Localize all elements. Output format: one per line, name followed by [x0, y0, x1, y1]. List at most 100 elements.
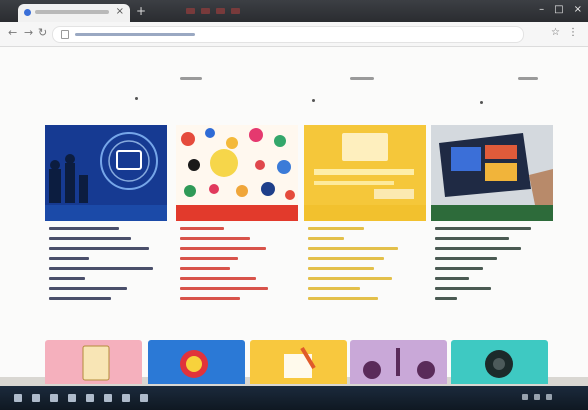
- maximize-button[interactable]: □: [554, 4, 563, 15]
- card-link-list: [435, 227, 551, 307]
- card-link-list: [308, 227, 424, 307]
- category-card[interactable]: [176, 125, 298, 325]
- taskbar-app-icon[interactable]: [140, 394, 148, 402]
- taskbar-app-icon[interactable]: [68, 394, 76, 402]
- card-link[interactable]: [308, 277, 392, 280]
- notebook-icon: [82, 345, 110, 381]
- yellow-illustration: [304, 125, 426, 205]
- card-link[interactable]: [308, 267, 374, 270]
- close-window-button[interactable]: ×: [574, 4, 582, 15]
- battery-icon[interactable]: [546, 394, 552, 400]
- card-link[interactable]: [49, 237, 131, 240]
- tab-title: [35, 10, 109, 14]
- strip-card[interactable]: [350, 340, 447, 384]
- tab-thumbnail-icon[interactable]: [216, 8, 225, 14]
- system-tray: [522, 394, 552, 400]
- card-link[interactable]: [435, 277, 469, 280]
- card-link[interactable]: [180, 247, 266, 250]
- card-link[interactable]: [180, 297, 240, 300]
- tech-illustration: [45, 125, 167, 205]
- tabstrip-extra-icons: [186, 8, 240, 14]
- card-link[interactable]: [49, 277, 85, 280]
- tab-thumbnail-icon[interactable]: [186, 8, 195, 14]
- close-tab-icon[interactable]: ×: [116, 5, 124, 19]
- card-link[interactable]: [435, 297, 457, 300]
- card-link[interactable]: [308, 257, 384, 260]
- menu-icon[interactable]: ⋮: [568, 27, 578, 38]
- strip-card[interactable]: [45, 340, 142, 384]
- card-link[interactable]: [308, 237, 344, 240]
- card-link[interactable]: [180, 287, 268, 290]
- card-link[interactable]: [49, 297, 111, 300]
- toolbar-actions: ☆ ⋮: [551, 27, 578, 38]
- card-image: [176, 125, 298, 205]
- card-link[interactable]: [180, 227, 224, 230]
- new-tab-button[interactable]: +: [136, 5, 146, 17]
- card-heading[interactable]: [431, 205, 553, 221]
- card-heading[interactable]: [304, 205, 426, 221]
- card-link[interactable]: [49, 287, 127, 290]
- strip-card[interactable]: [148, 340, 245, 384]
- tab-thumbnail-icon[interactable]: [231, 8, 240, 14]
- card-link[interactable]: [180, 257, 238, 260]
- card-link[interactable]: [435, 287, 491, 290]
- strip-card[interactable]: [451, 340, 548, 384]
- card-link[interactable]: [180, 277, 256, 280]
- nav-item[interactable]: [180, 77, 202, 80]
- minimize-button[interactable]: –: [539, 4, 544, 15]
- browser-tab-bar: × + – □ ×: [0, 0, 588, 22]
- card-link[interactable]: [308, 227, 364, 230]
- category-card[interactable]: [431, 125, 553, 325]
- card-link[interactable]: [180, 267, 230, 270]
- taskbar-app-icon[interactable]: [32, 394, 40, 402]
- card-link[interactable]: [435, 237, 509, 240]
- volume-icon[interactable]: [534, 394, 540, 400]
- strip-card[interactable]: [250, 340, 347, 384]
- emblem-icon: [180, 350, 208, 378]
- favicon-icon: [24, 9, 31, 16]
- url-text: [75, 33, 195, 36]
- card-link[interactable]: [49, 247, 149, 250]
- card-image: [431, 125, 553, 205]
- card-link[interactable]: [435, 227, 531, 230]
- network-icon[interactable]: [522, 394, 528, 400]
- card-link[interactable]: [435, 257, 497, 260]
- back-icon[interactable]: ←: [8, 27, 17, 39]
- nav-item[interactable]: [350, 77, 374, 80]
- colorful-dots-illustration: [176, 125, 298, 205]
- taskbar-app-icon[interactable]: [50, 394, 58, 402]
- category-card[interactable]: [304, 125, 426, 325]
- nav-dot: [135, 97, 138, 100]
- taskbar-app-icon[interactable]: [86, 394, 94, 402]
- pencil-paper-icon: [284, 346, 316, 378]
- taskbar-app-icon[interactable]: [122, 394, 130, 402]
- card-link-list: [180, 227, 296, 307]
- card-link[interactable]: [49, 227, 119, 230]
- laptop-photo-illustration: [431, 125, 553, 205]
- card-link[interactable]: [435, 247, 521, 250]
- card-link[interactable]: [308, 297, 378, 300]
- figures-icon: [363, 348, 435, 379]
- card-link[interactable]: [49, 257, 89, 260]
- taskbar-app-icon[interactable]: [104, 394, 112, 402]
- address-bar[interactable]: [52, 26, 524, 43]
- browser-tab[interactable]: ×: [18, 4, 130, 22]
- card-heading[interactable]: [176, 205, 298, 221]
- forward-icon[interactable]: →: [24, 27, 33, 39]
- category-card[interactable]: [45, 125, 167, 325]
- window-controls: – □ ×: [539, 4, 582, 15]
- os-taskbar: [0, 386, 588, 410]
- tab-thumbnail-icon[interactable]: [201, 8, 210, 14]
- card-link[interactable]: [308, 247, 398, 250]
- card-link[interactable]: [180, 237, 250, 240]
- bookmark-star-icon[interactable]: ☆: [551, 27, 560, 38]
- card-link-list: [49, 227, 165, 307]
- card-heading[interactable]: [45, 205, 167, 221]
- web-page: [0, 47, 588, 384]
- reload-icon[interactable]: ↻: [38, 27, 47, 39]
- start-icon[interactable]: [14, 394, 22, 402]
- card-link[interactable]: [308, 287, 360, 290]
- nav-item[interactable]: [518, 77, 538, 80]
- card-link[interactable]: [49, 267, 153, 270]
- card-link[interactable]: [435, 267, 483, 270]
